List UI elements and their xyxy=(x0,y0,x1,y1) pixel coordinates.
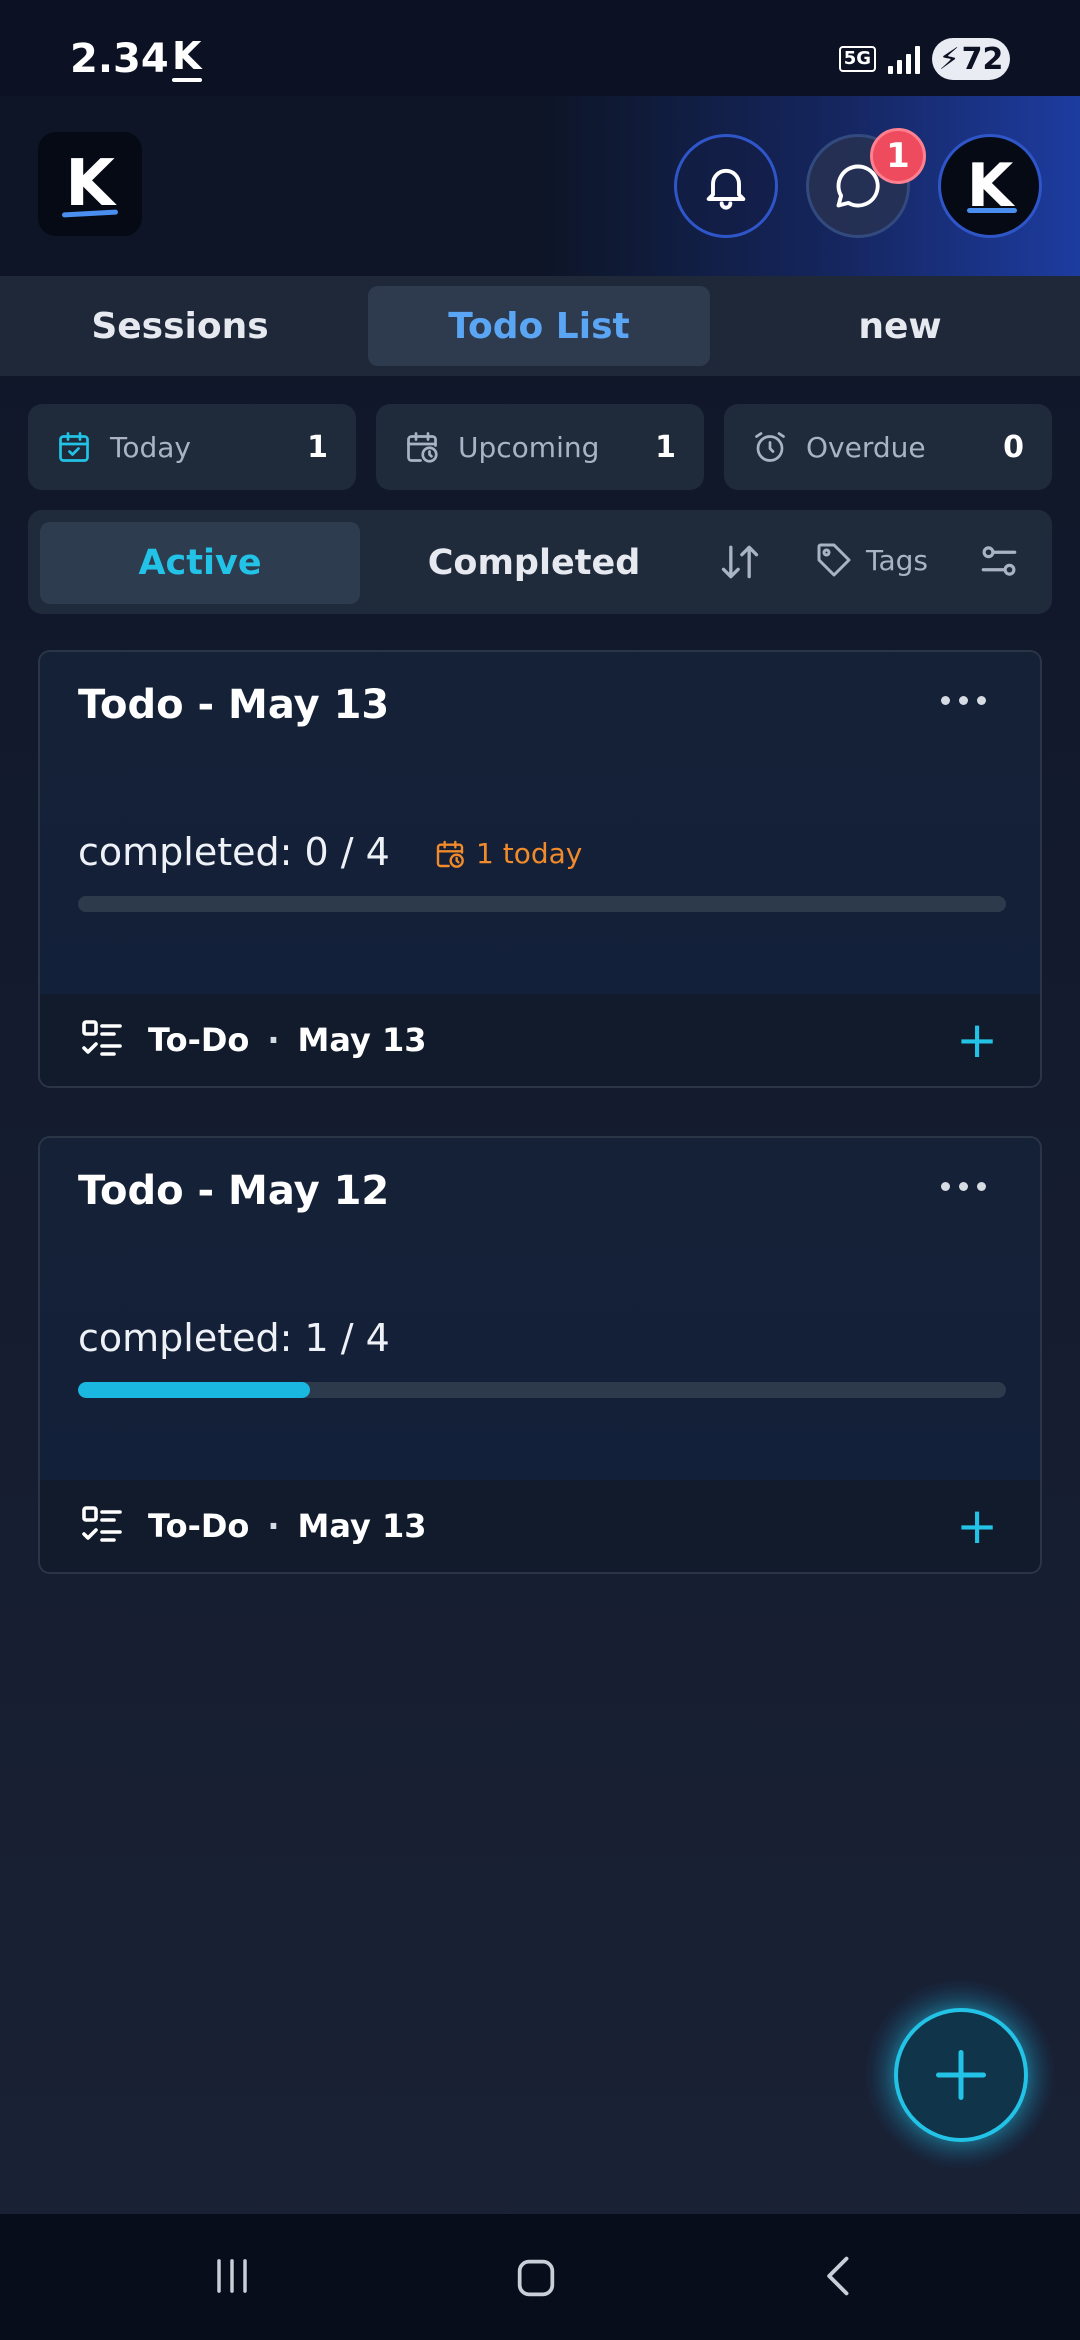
sliders-icon xyxy=(981,546,1017,576)
tags-button[interactable]: Tags xyxy=(814,540,928,580)
more-options-icon[interactable] xyxy=(941,696,986,705)
footer-type: To-Do xyxy=(148,1021,250,1059)
card-title: Todo - May 12 xyxy=(78,1168,390,1214)
avatar[interactable]: K xyxy=(938,134,1042,238)
add-item-button[interactable]: + xyxy=(956,1501,998,1551)
completed-count: completed: 0 / 4 xyxy=(78,830,390,874)
separator-dot: · xyxy=(267,1507,280,1545)
bell-icon xyxy=(706,168,746,210)
card-footer: To-Do · May 13 + xyxy=(40,994,1040,1086)
stat-overdue[interactable]: Overdue 0 xyxy=(724,404,1052,490)
messages-badge: 1 xyxy=(870,128,926,184)
stat-count: 1 xyxy=(307,429,328,465)
checklist-icon xyxy=(82,1506,122,1542)
separator-dot: · xyxy=(267,1021,280,1059)
tab-sessions[interactable]: Sessions xyxy=(60,286,300,366)
filter-bar: Active Completed Tags xyxy=(28,510,1052,614)
calendar-check-icon xyxy=(59,432,89,462)
add-todo-button[interactable] xyxy=(894,2008,1028,2142)
status-icons: 5G ⚡ 72 xyxy=(838,38,1010,80)
home-button[interactable] xyxy=(508,2250,564,2306)
network-type: 5G xyxy=(838,46,876,72)
tab-todo-list[interactable]: Todo List xyxy=(368,286,710,366)
filter-completed-button[interactable]: Completed xyxy=(374,522,694,604)
footer-type: To-Do xyxy=(148,1507,250,1545)
charging-icon: ⚡ xyxy=(938,41,960,77)
recent-apps-button[interactable] xyxy=(206,2250,258,2302)
stat-upcoming[interactable]: Upcoming 1 xyxy=(376,404,704,490)
footer-date: May 13 xyxy=(297,1021,427,1059)
back-icon xyxy=(827,2256,849,2296)
tag-icon xyxy=(817,543,851,577)
status-time: 2.34 xyxy=(70,36,169,82)
card-footer: To-Do · May 13 + xyxy=(40,1480,1040,1572)
stat-label: Upcoming xyxy=(458,430,600,464)
completed-count: completed: 1 / 4 xyxy=(78,1316,390,1360)
filter-settings-button[interactable] xyxy=(978,540,1020,582)
progress-bar xyxy=(78,1382,1006,1398)
plus-icon xyxy=(936,2050,986,2100)
notifications-button[interactable] xyxy=(674,134,778,238)
stat-label: Today xyxy=(110,430,191,464)
app-indicator-icon: K xyxy=(172,34,203,82)
calendar-clock-icon xyxy=(407,432,438,463)
signal-icon xyxy=(888,44,920,74)
progress-bar xyxy=(78,896,1006,912)
tab-new[interactable]: new xyxy=(780,286,1020,366)
today-count: 1 today xyxy=(476,837,583,870)
app-logo[interactable]: K xyxy=(38,132,142,236)
recent-apps-icon xyxy=(217,2259,247,2293)
filter-active-button[interactable]: Active xyxy=(40,522,360,604)
todo-card[interactable]: Todo - May 12 completed: 1 / 4 To-Do · M… xyxy=(38,1136,1042,1574)
more-options-icon[interactable] xyxy=(941,1182,986,1191)
calendar-clock-icon xyxy=(436,840,464,868)
stat-count: 0 xyxy=(1003,429,1024,465)
top-tabs: Sessions Todo List new xyxy=(0,276,1080,376)
alarm-icon xyxy=(755,432,785,462)
back-button[interactable] xyxy=(814,2250,866,2302)
stat-label: Overdue xyxy=(806,430,926,464)
checklist-icon xyxy=(82,1020,122,1056)
footer-date: May 13 xyxy=(297,1507,427,1545)
app-header: K K xyxy=(0,96,1080,276)
home-icon xyxy=(517,2259,555,2297)
progress-fill xyxy=(78,1382,310,1398)
tags-label: Tags xyxy=(866,543,928,577)
add-item-button[interactable]: + xyxy=(956,1015,998,1065)
stat-today[interactable]: Today 1 xyxy=(28,404,356,490)
today-indicator: 1 today xyxy=(434,837,582,870)
battery-indicator: ⚡ 72 xyxy=(932,38,1010,80)
todo-card[interactable]: Todo - May 13 completed: 0 / 4 1 today T… xyxy=(38,650,1042,1088)
system-nav-bar xyxy=(0,2214,1080,2340)
battery-level: 72 xyxy=(961,41,1004,77)
sort-icon xyxy=(721,545,759,579)
stat-count: 1 xyxy=(655,429,676,465)
card-title: Todo - May 13 xyxy=(78,682,390,728)
sort-button[interactable] xyxy=(718,540,762,584)
